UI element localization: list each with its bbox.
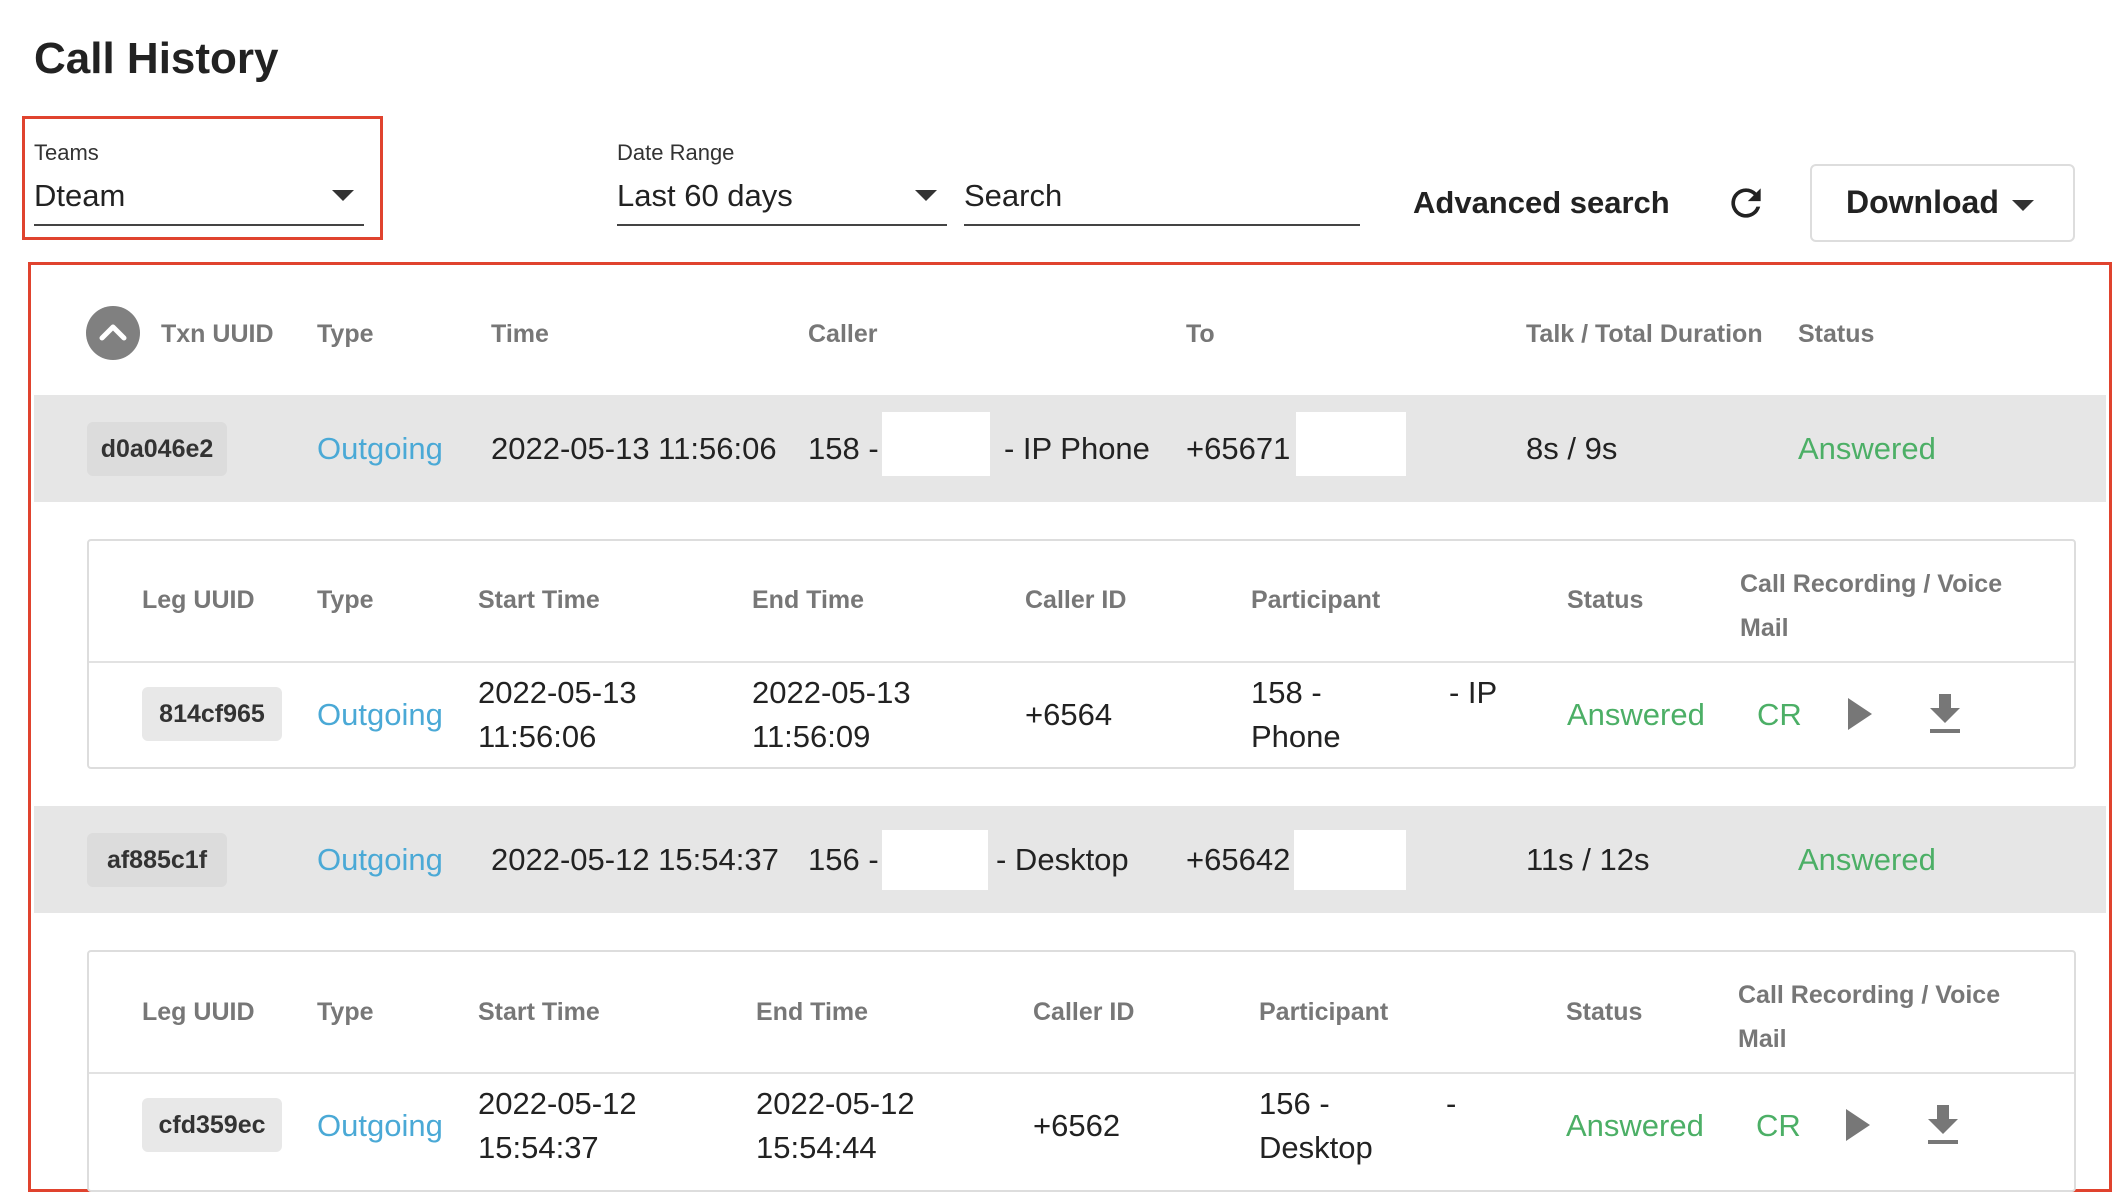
date-range-label: Date Range xyxy=(617,140,735,165)
txn-to: +65642 xyxy=(1186,842,1291,877)
leg-start-date: 2022-05-12 xyxy=(478,1086,637,1121)
txn-to: +65671 xyxy=(1186,431,1291,466)
leg-header-start: Start Time xyxy=(478,998,600,1026)
leg-end-clock: 11:56:09 xyxy=(752,719,871,754)
leg-header-caller-id: Caller ID xyxy=(1033,998,1135,1026)
leg-type: Outgoing xyxy=(317,697,443,732)
txn-uuid-chip[interactable]: af885c1f xyxy=(87,833,227,887)
leg-header-recording: Call Recording / Voice Mail xyxy=(1740,570,2003,642)
leg-start-clock: 11:56:06 xyxy=(478,719,597,754)
leg-divider xyxy=(89,661,2074,663)
leg-participant-line1: 158 - xyxy=(1251,675,1322,710)
leg-caller-id: +6562 xyxy=(1033,1108,1121,1143)
chevron-down-icon xyxy=(915,190,937,201)
download-icon[interactable] xyxy=(1926,692,1964,736)
txn-type: Outgoing xyxy=(317,842,443,877)
txn-type: Outgoing xyxy=(317,431,443,466)
teams-label: Teams xyxy=(34,140,99,165)
download-label: Download xyxy=(1846,184,1999,220)
redacted-block xyxy=(1296,412,1406,476)
txn-caller-suffix: - IP Phone xyxy=(1004,431,1150,466)
txn-duration: 11s / 12s xyxy=(1526,842,1650,877)
call-recording-link[interactable]: CR xyxy=(1757,697,1802,733)
header-type: Type xyxy=(317,320,374,348)
header-duration: Talk / Total Duration xyxy=(1526,320,1763,348)
txn-uuid-chip[interactable]: d0a046e2 xyxy=(87,422,227,476)
leg-header-end: End Time xyxy=(756,998,869,1026)
leg-caller-id: +6564 xyxy=(1025,697,1113,732)
header-status: Status xyxy=(1798,320,1875,348)
leg-start-clock: 15:54:37 xyxy=(478,1130,599,1165)
leg-uuid-chip[interactable]: cfd359ec xyxy=(142,1098,282,1152)
leg-end-clock: 15:54:44 xyxy=(756,1130,877,1165)
header-time: Time xyxy=(491,320,549,348)
download-button[interactable]: Download xyxy=(1810,164,2075,242)
search-input[interactable]: Search xyxy=(964,172,1360,228)
call-recording-link[interactable]: CR xyxy=(1756,1108,1801,1144)
chevron-down-icon xyxy=(332,190,354,201)
leg-header-recording: Call Recording / Voice Mail xyxy=(1738,981,2001,1053)
teams-underline xyxy=(34,224,364,226)
page-title: Call History xyxy=(34,34,279,83)
chevron-up-icon xyxy=(99,324,127,341)
play-icon[interactable] xyxy=(1846,1109,1870,1141)
txn-caller-prefix: 156 - xyxy=(808,842,879,877)
leg-header-start: Start Time xyxy=(478,586,600,614)
txn-status: Answered xyxy=(1798,431,1936,466)
leg-header-caller-id: Caller ID xyxy=(1025,586,1127,614)
leg-end-date: 2022-05-13 xyxy=(752,675,911,710)
leg-start-date: 2022-05-13 xyxy=(478,675,637,710)
collapse-all-button[interactable] xyxy=(86,306,140,360)
play-icon[interactable] xyxy=(1848,698,1872,730)
teams-value: Dteam xyxy=(34,178,126,213)
leg-header-end: End Time xyxy=(752,586,865,614)
date-range-select[interactable]: Last 60 days xyxy=(617,172,947,228)
txn-caller-prefix: 158 - xyxy=(808,431,879,466)
leg-header-participant: Participant xyxy=(1251,586,1381,614)
txn-caller-suffix: - Desktop xyxy=(996,842,1129,877)
leg-header-uuid: Leg UUID xyxy=(142,998,255,1026)
leg-header-uuid: Leg UUID xyxy=(142,586,255,614)
redacted-block xyxy=(882,412,990,476)
txn-status: Answered xyxy=(1798,842,1936,877)
header-caller: Caller xyxy=(808,320,878,348)
leg-participant-line1b: - IP xyxy=(1449,675,1498,710)
leg-participant-line2: Phone xyxy=(1251,719,1341,754)
leg-divider xyxy=(89,1072,2074,1074)
teams-select[interactable]: Dteam xyxy=(34,172,364,228)
leg-participant-line1b: - xyxy=(1446,1086,1457,1121)
leg-end-date: 2022-05-12 xyxy=(756,1086,915,1121)
txn-time: 2022-05-13 11:56:06 xyxy=(491,431,777,466)
leg-header-status: Status xyxy=(1567,586,1644,614)
leg-participant-line1: 156 - xyxy=(1259,1086,1330,1121)
leg-header-status: Status xyxy=(1566,998,1643,1026)
leg-header-type: Type xyxy=(317,586,374,614)
leg-status: Answered xyxy=(1567,697,1705,732)
chevron-down-icon xyxy=(2012,200,2034,211)
date-range-underline xyxy=(617,224,947,226)
search-placeholder: Search xyxy=(964,178,1063,213)
download-icon[interactable] xyxy=(1924,1103,1962,1147)
redacted-block xyxy=(1294,830,1406,890)
leg-participant-line2: Desktop xyxy=(1259,1130,1373,1165)
leg-header-participant: Participant xyxy=(1259,998,1389,1026)
txn-time: 2022-05-12 15:54:37 xyxy=(491,842,779,877)
leg-uuid-chip[interactable]: 814cf965 xyxy=(142,687,282,741)
refresh-icon[interactable] xyxy=(1724,181,1768,225)
leg-type: Outgoing xyxy=(317,1108,443,1143)
leg-header-type: Type xyxy=(317,998,374,1026)
header-to: To xyxy=(1186,320,1215,348)
advanced-search-link[interactable]: Advanced search xyxy=(1413,185,1670,221)
date-range-value: Last 60 days xyxy=(617,178,793,213)
redacted-block xyxy=(882,830,988,890)
search-underline xyxy=(964,224,1360,226)
header-txn-uuid: Txn UUID xyxy=(161,320,274,348)
txn-duration: 8s / 9s xyxy=(1526,431,1618,466)
leg-status: Answered xyxy=(1566,1108,1704,1143)
